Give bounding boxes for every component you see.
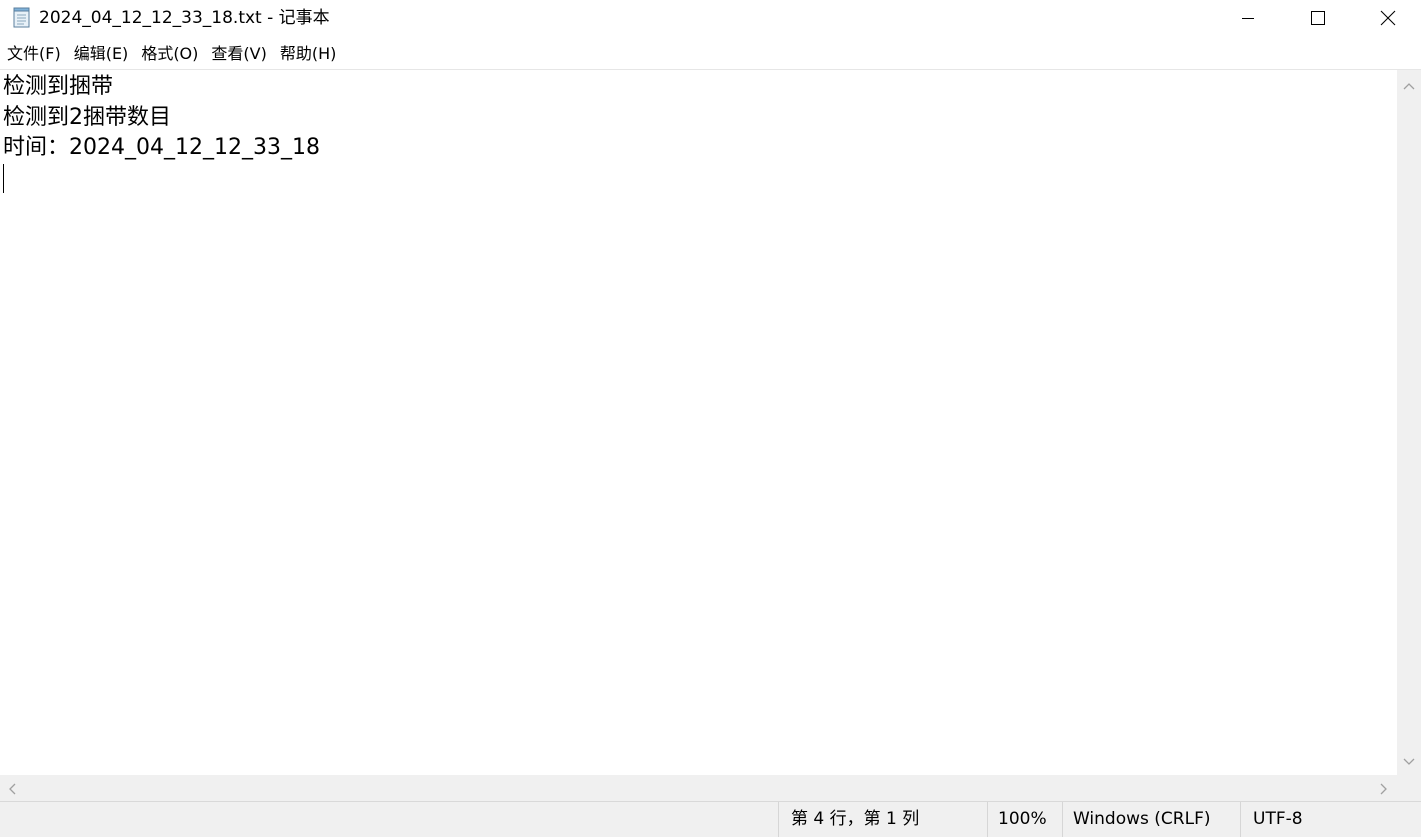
menu-edit[interactable]: 编辑(E): [67, 43, 135, 65]
vertical-scrollbar[interactable]: [1397, 70, 1421, 775]
menu-help[interactable]: 帮助(H): [273, 43, 343, 65]
maximize-button[interactable]: [1283, 0, 1353, 36]
scroll-up-icon[interactable]: [1402, 78, 1416, 92]
minimize-button[interactable]: [1213, 0, 1283, 36]
cursor-position: 第 4 行，第 1 列: [778, 802, 987, 837]
minimize-icon: [1242, 18, 1254, 19]
menu-view[interactable]: 查看(V): [204, 43, 272, 65]
scrollbar-corner: [1397, 775, 1421, 801]
menu-format[interactable]: 格式(O): [134, 43, 204, 65]
text-line: 时间：2024_04_12_12_33_18: [3, 135, 320, 160]
text-caret: [3, 164, 4, 193]
text-line: 检测到捆带: [3, 74, 114, 99]
notepad-icon: [11, 6, 33, 28]
encoding: UTF-8: [1240, 802, 1421, 837]
scroll-left-icon[interactable]: [5, 781, 19, 795]
menu-bar: 文件(F) 编辑(E) 格式(O) 查看(V) 帮助(H): [0, 40, 1421, 68]
title-bar[interactable]: 2024_04_12_12_33_18.txt - 记事本: [0, 0, 1421, 36]
zoom-level: 100%: [987, 802, 1062, 837]
scroll-down-icon[interactable]: [1402, 754, 1416, 768]
text-editor[interactable]: 检测到捆带 检测到2捆带数目 时间：2024_04_12_12_33_18: [0, 70, 1397, 775]
menu-file[interactable]: 文件(F): [0, 43, 67, 65]
maximize-icon: [1311, 11, 1325, 25]
line-ending: Windows (CRLF): [1062, 802, 1240, 837]
text-line: 检测到2捆带数目: [3, 105, 171, 130]
scroll-right-icon[interactable]: [1377, 781, 1391, 795]
close-icon: [1380, 10, 1396, 26]
status-bar: 第 4 行，第 1 列 100% Windows (CRLF) UTF-8: [0, 801, 1421, 837]
window-title: 2024_04_12_12_33_18.txt - 记事本: [39, 8, 330, 28]
close-button[interactable]: [1353, 0, 1421, 36]
horizontal-scrollbar[interactable]: [0, 775, 1397, 801]
